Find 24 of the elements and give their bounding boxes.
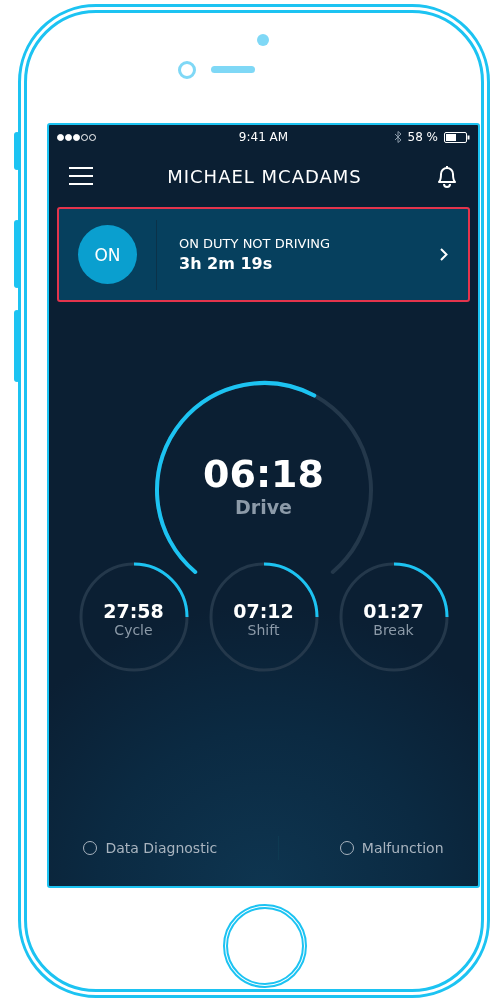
- indicator-label: Data Diagnostic: [105, 840, 218, 856]
- gauge-label: Shift: [247, 622, 280, 638]
- bell-icon[interactable]: [436, 164, 458, 188]
- drive-time: 06:18: [203, 452, 324, 496]
- battery-icon: [444, 131, 470, 143]
- gauge-time: 27:58: [103, 600, 164, 622]
- duty-duration: 3h 2m 19s: [179, 254, 274, 273]
- duty-status-card[interactable]: ON ON DUTY NOT DRIVING 3h 2m 19s: [57, 207, 470, 302]
- gauge-label: Cycle: [114, 622, 153, 638]
- gauge-time: 07:12: [233, 600, 294, 622]
- battery-percent: 58 %: [407, 130, 438, 144]
- gauge-time: 01:27: [363, 600, 424, 622]
- signal-icon: [57, 133, 97, 141]
- gauge-label: Break: [373, 622, 414, 638]
- chevron-right-icon: [440, 248, 448, 261]
- indicator-label: Malfunction: [361, 840, 444, 856]
- speaker-icon: [211, 66, 255, 73]
- bluetooth-icon: [393, 131, 402, 143]
- duty-status: ON DUTY NOT DRIVING: [179, 236, 332, 251]
- status-time: 9:41 AM: [238, 130, 289, 144]
- duty-badge: ON: [78, 225, 137, 284]
- gauge-label: Drive: [235, 496, 292, 518]
- menu-icon[interactable]: [69, 167, 93, 185]
- driver-name: MICHAEL MCADAMS: [167, 165, 362, 187]
